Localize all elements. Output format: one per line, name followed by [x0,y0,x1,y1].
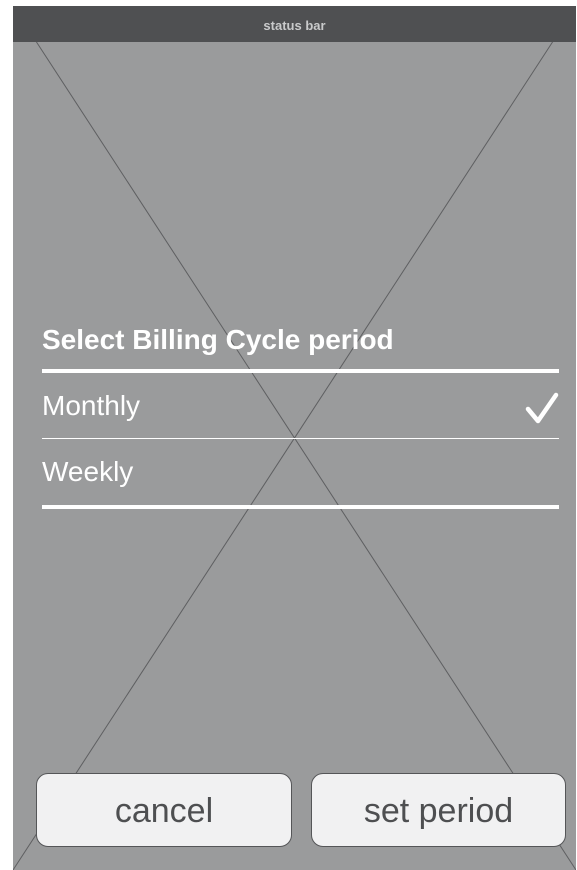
set-period-button[interactable]: set period [311,773,566,847]
phone-screen: status bar Select Billing Cycle period M… [13,6,576,870]
list-bottom-divider [42,505,559,509]
option-weekly-label: Weekly [42,456,134,487]
checkmark-icon [525,392,559,424]
title-divider [42,369,559,373]
option-monthly[interactable]: Monthly [42,374,559,438]
cancel-button[interactable]: cancel [36,773,292,847]
option-divider [42,438,559,439]
option-monthly-label: Monthly [42,390,141,421]
status-bar: status bar [13,6,576,42]
dialog-title: Select Billing Cycle period [42,324,394,355]
option-weekly[interactable]: Weekly [42,440,559,504]
